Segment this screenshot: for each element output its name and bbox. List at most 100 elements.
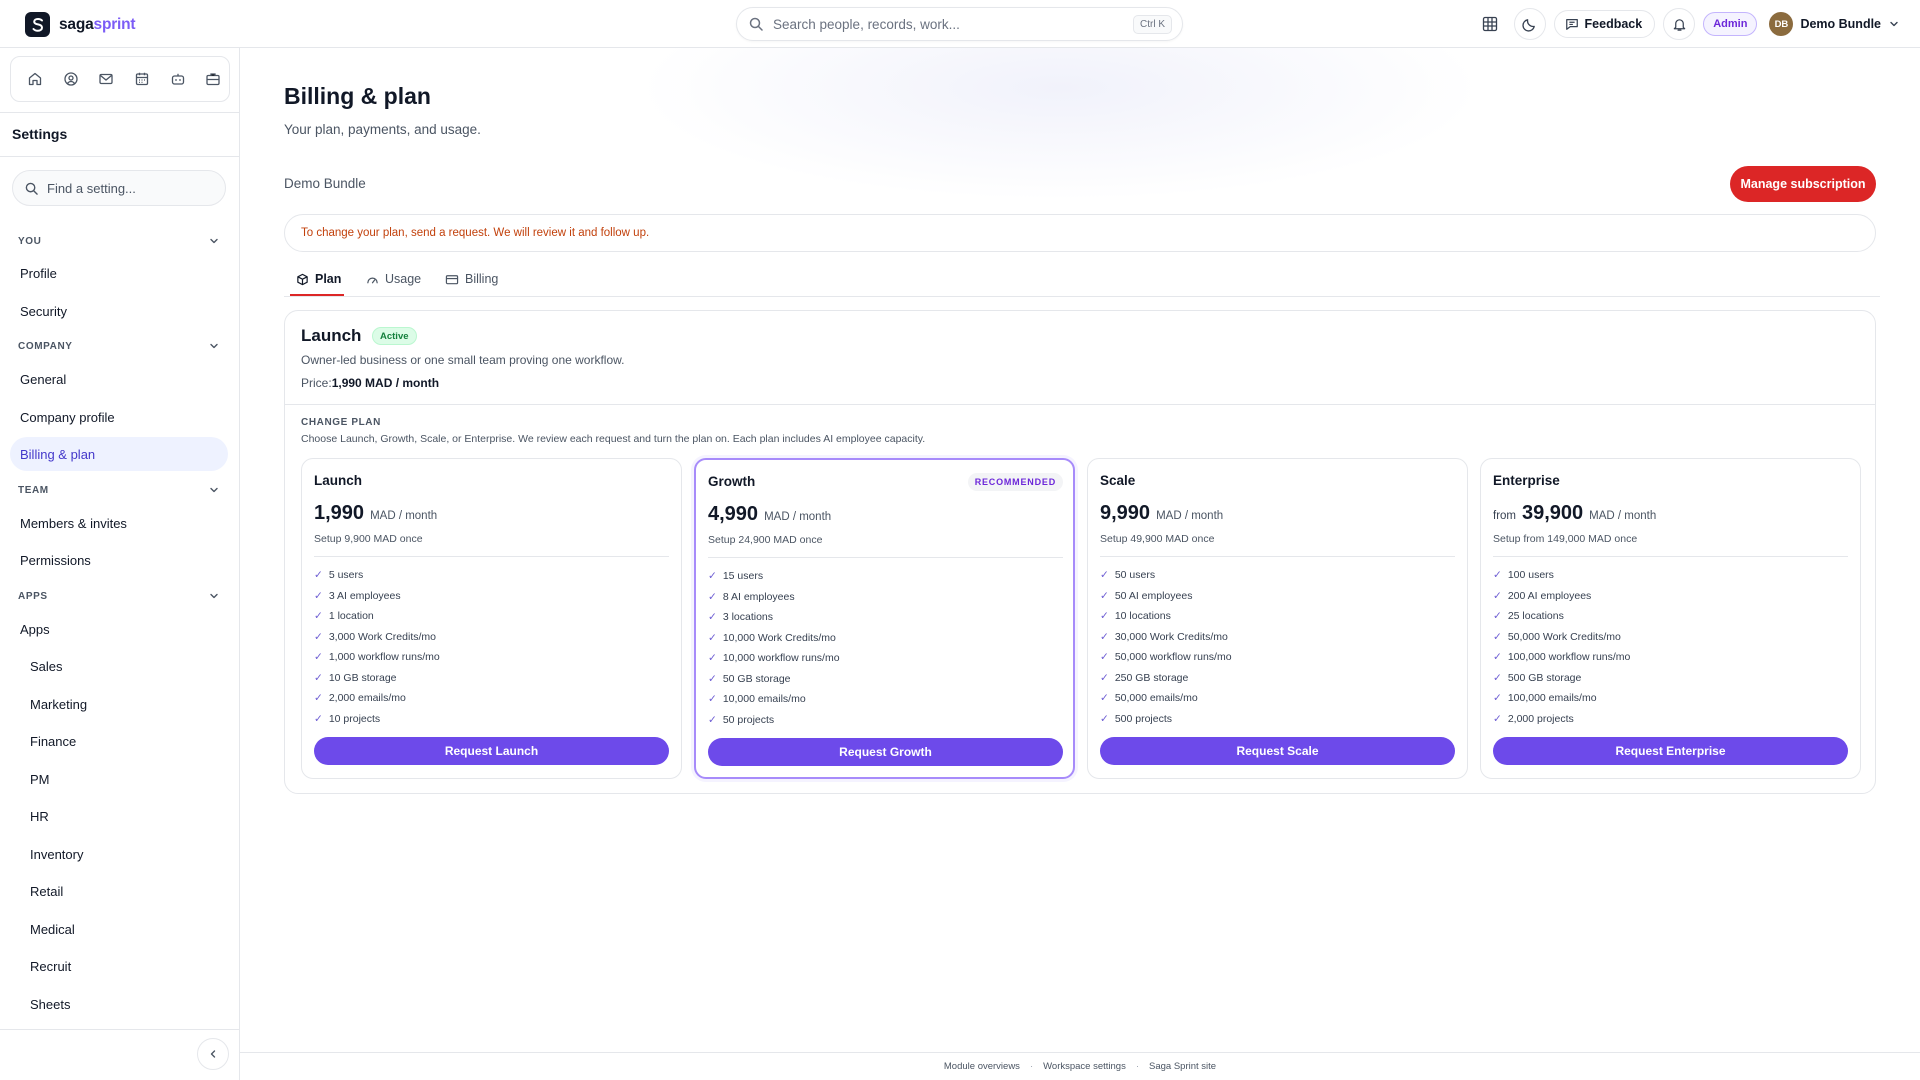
global-search[interactable]: Ctrl K	[736, 7, 1183, 41]
home-icon[interactable]	[19, 63, 51, 95]
feature-item: ✓ 50 GB storage	[708, 669, 840, 690]
sidebar-item-recruit[interactable]: Recruit	[10, 949, 228, 983]
check-icon: ✓	[1100, 569, 1109, 582]
apps-grid-button[interactable]	[1474, 8, 1506, 40]
section-toggle-you[interactable]: YOU	[18, 235, 220, 247]
feature-text: 8 AI employees	[722, 590, 795, 603]
feature-text: 50 GB storage	[722, 672, 791, 685]
search-input[interactable]	[773, 16, 1133, 32]
settings-search-input[interactable]	[47, 180, 223, 196]
tab-plan[interactable]: Plan	[296, 262, 341, 296]
sidebar-item-inventory[interactable]: Inventory	[10, 837, 228, 871]
sidebar-item-billing[interactable]: Billing & plan	[10, 437, 228, 471]
sidebar-item-retail[interactable]: Retail	[10, 874, 228, 908]
plan-name: Scale	[1100, 473, 1136, 488]
sidebar-item-medical[interactable]: Medical	[10, 912, 228, 946]
section-toggle-apps[interactable]: APPS	[18, 590, 220, 602]
theme-toggle-button[interactable]	[1513, 8, 1546, 40]
manage-subscription-button[interactable]: Manage subscription	[1730, 166, 1876, 202]
section-label: COMPANY	[18, 340, 73, 352]
section-label: YOU	[18, 235, 42, 247]
feature-text: 50,000 Work Credits/mo	[1507, 630, 1621, 643]
tab-billing[interactable]: Billing	[445, 262, 498, 296]
user-circle-icon[interactable]	[55, 63, 87, 95]
footer-link-workspace-settings[interactable]: Workspace settings	[1043, 1061, 1126, 1072]
sidebar-item-sheets[interactable]: Sheets	[10, 987, 228, 1021]
gauge-icon	[366, 273, 379, 286]
feature-text: 3 locations	[722, 611, 774, 624]
section-toggle-company[interactable]: COMPANY	[18, 340, 220, 352]
sidebar-item-permissions[interactable]: Permissions	[10, 543, 228, 577]
check-icon: ✓	[708, 590, 717, 603]
sidebar-item-hr[interactable]: HR	[10, 799, 228, 833]
bot-icon[interactable]	[162, 63, 194, 95]
settings-search[interactable]	[12, 170, 226, 206]
feature-text: 3,000 Work Credits/mo	[328, 630, 436, 643]
request-launch-button[interactable]: Request Launch	[314, 737, 669, 765]
price-value: 1,990 MAD / month	[331, 376, 440, 390]
feature-text: 100 users	[1507, 569, 1554, 582]
tab-label: Plan	[315, 272, 342, 286]
check-icon: ✓	[708, 672, 717, 685]
sidebar-item-general[interactable]: General	[10, 362, 228, 396]
feature-list: ✓ 50 users ✓ 50 AI employees ✓ 10 locations…	[1100, 565, 1232, 729]
collapse-sidebar-button[interactable]	[197, 1038, 229, 1070]
feedback-label: Feedback	[1584, 17, 1643, 31]
footer-separator: ·	[1029, 1061, 1034, 1072]
plan-setup-fee: Setup 9,900 MAD once	[314, 533, 423, 545]
sidebar-item-members[interactable]: Members & invites	[10, 506, 228, 540]
feature-item: ✓ 500 GB storage	[1493, 668, 1630, 689]
request-growth-button[interactable]: Request Growth	[708, 738, 1063, 766]
feature-list: ✓ 15 users ✓ 8 AI employees ✓ 3 locations ✓…	[708, 566, 840, 730]
main-content: Billing & plan Your plan, payments, and …	[240, 48, 1920, 1080]
sidebar-item-apps[interactable]: Apps	[10, 612, 228, 646]
feature-item: ✓ 50,000 emails/mo	[1100, 688, 1232, 709]
calendar-icon[interactable]	[126, 63, 158, 95]
feature-item: ✓ 50 projects	[708, 710, 840, 731]
card-divider	[1493, 556, 1848, 557]
briefcase-icon[interactable]	[197, 63, 229, 95]
active-tab-indicator	[290, 294, 344, 296]
feature-text: 15 users	[722, 570, 764, 583]
change-plan-heading: CHANGE PLAN	[301, 417, 381, 428]
plan-setup-fee: Setup 49,900 MAD once	[1100, 533, 1215, 545]
current-plan-name: Launch	[301, 326, 362, 345]
sidebar-item-company-profile[interactable]: Company profile	[10, 400, 228, 434]
plan-name: Launch	[314, 473, 363, 488]
feature-item: ✓ 10 locations	[1100, 606, 1232, 627]
sidebar-item-pm[interactable]: PM	[10, 762, 228, 796]
footer-link-module-overviews[interactable]: Module overviews	[944, 1061, 1020, 1072]
request-scale-button[interactable]: Request Scale	[1100, 737, 1455, 765]
price-label: Price:	[301, 376, 332, 390]
feature-item: ✓ 8 AI employees	[708, 587, 840, 608]
current-plan-description: Owner-led business or one small team pro…	[301, 353, 625, 367]
feature-text: 100,000 workflow runs/mo	[1507, 651, 1631, 664]
check-icon: ✓	[708, 611, 717, 624]
section-toggle-team[interactable]: TEAM	[18, 484, 220, 496]
feature-text: 10,000 workflow runs/mo	[722, 652, 840, 665]
app-switcher	[10, 56, 230, 102]
sidebar-item-security[interactable]: Security	[10, 294, 228, 328]
sidebar-item-finance[interactable]: Finance	[10, 724, 228, 758]
feature-item: ✓ 2,000 projects	[1493, 709, 1630, 730]
mail-icon[interactable]	[90, 63, 122, 95]
plan-setup-fee: Setup from 149,000 MAD once	[1493, 533, 1638, 545]
card-divider	[1100, 556, 1455, 557]
footer-link-site[interactable]: Saga Sprint site	[1149, 1061, 1216, 1072]
tab-usage[interactable]: Usage	[366, 262, 421, 296]
role-badge[interactable]: Admin	[1703, 12, 1758, 36]
feedback-button[interactable]: Feedback	[1553, 10, 1656, 38]
brand-logo[interactable]: sagasprint	[25, 12, 136, 37]
feature-text: 100,000 emails/mo	[1507, 692, 1597, 705]
check-icon: ✓	[708, 631, 717, 644]
request-enterprise-button[interactable]: Request Enterprise	[1493, 737, 1848, 765]
sidebar-item-profile[interactable]: Profile	[10, 256, 228, 290]
feature-text: 50 projects	[722, 713, 775, 726]
sidebar-item-sales[interactable]: Sales	[10, 649, 228, 683]
user-menu[interactable]: DB Demo Bundle	[1769, 12, 1900, 36]
feature-item: ✓ 10,000 workflow runs/mo	[708, 648, 840, 669]
recommended-badge: RECOMMENDED	[967, 473, 1063, 491]
notifications-button[interactable]	[1663, 8, 1696, 40]
sidebar-item-marketing[interactable]: Marketing	[10, 687, 228, 721]
logo-mark-icon	[25, 12, 50, 37]
